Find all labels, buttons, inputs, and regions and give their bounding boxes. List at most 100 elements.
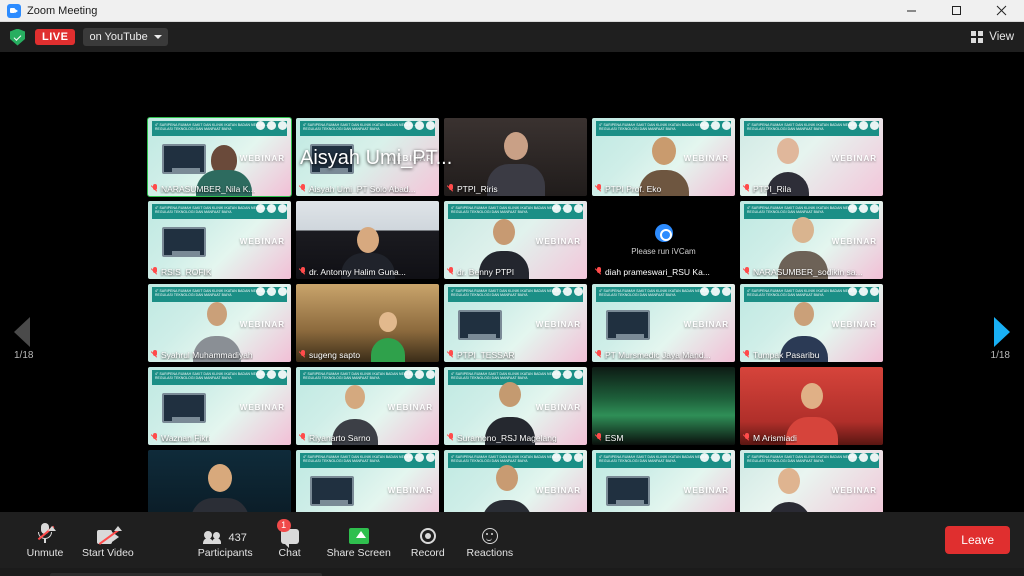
close-button[interactable]: [979, 0, 1024, 22]
participant-name-text: sugeng sapto: [309, 350, 361, 360]
participant-name-text: PTPI_TESSAR: [457, 350, 515, 360]
slide-photo: [458, 310, 502, 340]
participant-name-text: Waznan Fikri: [161, 433, 211, 443]
participant-name: dr. Benny PTPI: [447, 267, 514, 277]
participant-name: NARASUMBER_Nila K...: [151, 184, 255, 194]
participant-tile[interactable]: ESM: [592, 367, 735, 445]
participant-name: Waznan Fikri: [151, 433, 210, 443]
participant-tile[interactable]: 4° SARIPENA RUMAH SAKIT DAN KLINIK IKATA…: [444, 201, 587, 279]
participant-tile[interactable]: 4° SARIPENA RUMAH SAKIT DAN KLINIK IKATA…: [740, 201, 883, 279]
participant-tile[interactable]: sugeng sapto: [296, 284, 439, 362]
cortana-button[interactable]: [322, 568, 362, 576]
webinar-watermark: WEBINAR: [387, 403, 433, 412]
participant-name: Riyanarto Sarno: [299, 433, 370, 443]
participant-name-text: Syahrul Muhammadiyah: [161, 350, 253, 360]
mic-muted-icon: [743, 184, 750, 194]
participant-tile[interactable]: 4° SARIPENA RUMAH SAKIT DAN KLINIK IKATA…: [296, 367, 439, 445]
prev-page-arrow[interactable]: [14, 317, 30, 347]
slide-photo: [162, 227, 206, 257]
reactions-button[interactable]: Reactions: [459, 522, 521, 559]
mic-muted-icon: [447, 184, 454, 194]
unmute-button[interactable]: Unmute: [14, 522, 76, 559]
participant-name: Aisyah Umi_PT Solo Abad...: [299, 184, 416, 194]
slide-logos: [256, 287, 287, 296]
participant-tile[interactable]: 4° SARIPENA RUMAH SAKIT DAN KLINIK IKATA…: [740, 284, 883, 362]
mic-muted-icon: [299, 184, 306, 194]
shield-check-icon[interactable]: [10, 28, 25, 46]
view-button[interactable]: View: [971, 31, 1014, 43]
telegram-button[interactable]: 199: [562, 568, 602, 576]
reactions-icon: [481, 522, 498, 544]
participant-tile[interactable]: 4° SARIPENA RUMAH SAKIT DAN KLINIK IKATA…: [147, 117, 292, 197]
active-speaker-name: Aisyah Umi_PT...: [300, 147, 453, 169]
participant-tile[interactable]: PTPI_Riris: [444, 118, 587, 196]
participant-name: PTPI_TESSAR: [447, 350, 515, 360]
participant-name-text: Tumpak Pasaribu: [753, 350, 820, 360]
share-screen-button[interactable]: Share Screen: [321, 522, 397, 559]
live-destination-dropdown[interactable]: on YouTube: [83, 28, 168, 46]
live-badge: LIVE: [35, 29, 76, 45]
slide-logos: [552, 453, 583, 462]
participant-name: Syahrul Muhammadiyah: [151, 350, 253, 360]
mic-muted-icon: [151, 184, 158, 194]
participant-tile[interactable]: 4° SARIPENA RUMAH SAKIT DAN KLINIK IKATA…: [444, 284, 587, 362]
participant-tile[interactable]: 4° SARIPENA RUMAH SAKIT DAN KLINIK IKATA…: [296, 450, 439, 512]
file-explorer-button[interactable]: [442, 568, 482, 576]
task-view-button[interactable]: [362, 568, 402, 576]
chat-button[interactable]: 1 Chat: [259, 518, 321, 559]
toolbar-center-group: 437 Participants 1 Chat Share Screen Rec…: [192, 518, 521, 559]
maximize-button[interactable]: [934, 0, 979, 22]
mail-button[interactable]: [482, 568, 522, 576]
participant-tile[interactable]: M Arismiadi: [740, 367, 883, 445]
participant-name-text: PTPI Prof. Eko: [605, 184, 662, 194]
mic-muted-icon: [299, 350, 306, 360]
slide-logos: [552, 370, 583, 379]
webinar-watermark: WEBINAR: [239, 237, 285, 246]
mic-muted-icon: [595, 350, 602, 360]
leave-button[interactable]: Leave: [945, 526, 1010, 554]
ivcam-message: Please run iVCam: [631, 247, 696, 256]
participant-tile[interactable]: 4° SARIPENA RUMAH SAKIT DAN KLINIK IKATA…: [740, 450, 883, 512]
participant-tile[interactable]: 4° SARIPENA RUMAH SAKIT DAN KLINIK IKATA…: [148, 201, 291, 279]
participant-video: [473, 462, 542, 512]
mic-muted-icon: [447, 267, 454, 277]
participant-tile[interactable]: 4° SARIPENA RUMAH SAKIT DAN KLINIK IKATA…: [444, 450, 587, 512]
windows-start-button[interactable]: [4, 568, 48, 576]
live-destination-label: on YouTube: [89, 31, 148, 43]
participant-name: diah prameswari_RSU Ka...: [595, 267, 710, 277]
minimize-button[interactable]: [889, 0, 934, 22]
edge-button[interactable]: [402, 568, 442, 576]
participants-button[interactable]: 437 Participants: [192, 522, 259, 559]
next-page-arrow[interactable]: [994, 317, 1010, 347]
mic-muted-icon: [151, 350, 158, 360]
participant-tile[interactable]: 4° SARIPENA RUMAH SAKIT DAN KLINIK IKATA…: [444, 367, 587, 445]
participant-name: PTPI Prof. Eko: [595, 184, 661, 194]
participant-tile[interactable]: 4° SARIPENA RUMAH SAKIT DAN KLINIK IKATA…: [592, 284, 735, 362]
zoom-taskbar-button[interactable]: [602, 568, 642, 576]
share-screen-icon: [348, 522, 369, 544]
participant-tile[interactable]: 4° SARIPENA RUMAH SAKIT DAN KLINIK IKATA…: [592, 450, 735, 512]
participant-name-text: dr. Antonny Halim Guna...: [309, 267, 406, 277]
participant-tile[interactable]: dr. Antonny Halim Guna...: [296, 201, 439, 279]
record-button[interactable]: Record: [397, 522, 459, 559]
start-video-button[interactable]: Start Video: [76, 522, 140, 559]
video-gallery: 1/18 1/18 4° SARIPENA RUMAH SAKIT DAN KL…: [0, 52, 1024, 512]
slide-photo: [162, 393, 206, 423]
video-options-chevron-icon[interactable]: [113, 525, 122, 531]
audio-options-chevron-icon[interactable]: [48, 525, 56, 531]
chat-unread-badge: 1: [276, 518, 291, 532]
participant-tile[interactable]: Please run iVCam diah prameswari_RSU Ka.…: [592, 201, 735, 279]
participant-tile[interactable]: 4° SARIPENA RUMAH SAKIT DAN KLINIK IKATA…: [592, 118, 735, 196]
slide-logos: [700, 287, 731, 296]
share-screen-label: Share Screen: [326, 546, 391, 559]
view-label: View: [989, 31, 1014, 43]
mic-muted-icon: [743, 350, 750, 360]
chrome-button[interactable]: 36: [522, 568, 562, 576]
participant-tile[interactable]: 4° SARIPENA RUMAH SAKIT DAN KLINIK IKATA…: [148, 367, 291, 445]
participant-name: PTPI_Rila: [743, 184, 791, 194]
participant-tile[interactable]: 4° SARIPENA RUMAH SAKIT DAN KLINIK IKATA…: [148, 284, 291, 362]
participant-tile[interactable]: 4° SARIPENA RUMAH SAKIT DAN KLINIK IKATA…: [740, 118, 883, 196]
mic-muted-icon: [299, 267, 306, 277]
participant-tile[interactable]: Alfonsus: [148, 450, 291, 512]
slide-logos: [404, 370, 435, 379]
